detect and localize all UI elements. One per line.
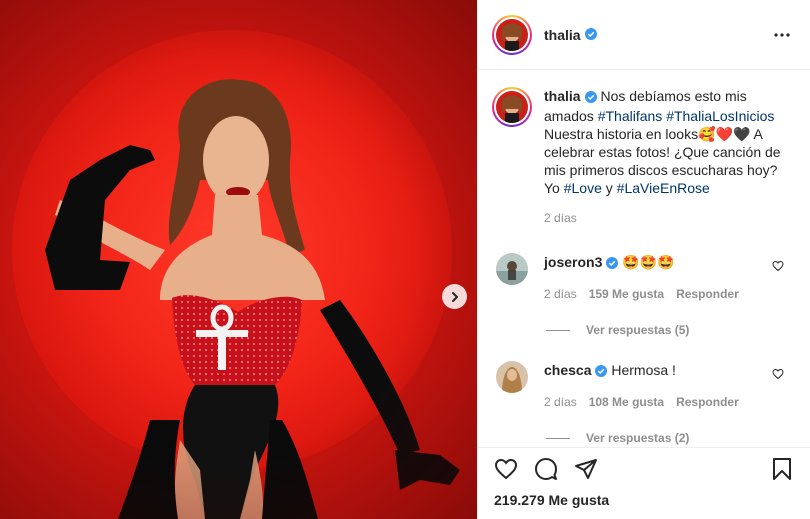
comment-heart-icon[interactable] xyxy=(772,368,784,380)
likes-count[interactable]: 219.279 Me gusta xyxy=(494,492,609,508)
more-options-button[interactable] xyxy=(772,25,792,45)
view-replies-label[interactable]: Ver respuestas (5) xyxy=(586,323,689,337)
photo-vignette xyxy=(0,0,477,519)
comment-timestamp[interactable]: 2 días xyxy=(544,285,577,303)
share-button[interactable] xyxy=(574,457,598,481)
comment-icon xyxy=(535,457,557,480)
post-photo[interactable] xyxy=(0,0,477,519)
reply-button[interactable]: Responder xyxy=(676,393,739,411)
hashtag-link[interactable]: #Love xyxy=(564,180,602,196)
bookmark-icon xyxy=(773,457,791,480)
post-actions-bar xyxy=(478,447,810,489)
comment-item: joseron3 🤩🤩🤩 2 días 159 Me gusta Respond… xyxy=(492,253,796,303)
chevron-right-icon xyxy=(451,291,458,302)
comment-text: Hermosa ! xyxy=(611,362,676,378)
caption-timestamp[interactable]: 2 días xyxy=(544,209,784,227)
post-header: thalia xyxy=(478,0,810,70)
instagram-post: thalia thalia Nos debíamos esto mis amad… xyxy=(0,0,810,519)
more-horizontal-icon xyxy=(774,33,790,37)
caption-body: thalia Nos debíamos esto mis amados #Tha… xyxy=(544,87,784,227)
hashtag-link[interactable]: #ThaliaLosInicios xyxy=(666,108,774,124)
author-username[interactable]: thalia xyxy=(544,27,581,43)
comments-section[interactable]: thalia Nos debíamos esto mis amados #Tha… xyxy=(478,71,810,446)
commenter-avatar[interactable] xyxy=(496,253,528,285)
caption-text: y xyxy=(601,180,617,196)
comment-timestamp[interactable]: 2 días xyxy=(544,393,577,411)
avatar-image xyxy=(496,18,528,51)
caption-emojis: 🥰❤️🖤 xyxy=(698,126,751,142)
avatar-image xyxy=(496,91,528,123)
save-button[interactable] xyxy=(770,457,794,481)
verified-badge-icon xyxy=(595,363,608,381)
caption-text: Nuestra historia en looks xyxy=(544,126,699,142)
comment-item: chesca Hermosa ! 2 días 108 Me gusta Res… xyxy=(492,361,796,411)
author-avatar[interactable] xyxy=(492,14,532,55)
caption-username[interactable]: thalia xyxy=(544,88,581,104)
comment-likes[interactable]: 159 Me gusta xyxy=(589,285,664,303)
hashtag-link[interactable]: #Thalifans xyxy=(598,108,663,124)
next-photo-button[interactable] xyxy=(442,284,467,309)
verified-badge-icon xyxy=(584,89,597,107)
view-replies-label[interactable]: Ver respuestas (2) xyxy=(586,431,689,445)
verified-badge-icon xyxy=(584,27,597,43)
commenter-username[interactable]: chesca xyxy=(544,362,591,378)
hashtag-link[interactable]: #LaVieEnRose xyxy=(617,180,710,196)
share-icon xyxy=(575,458,597,479)
post-caption: thalia Nos debíamos esto mis amados #Tha… xyxy=(492,87,796,227)
replies-divider xyxy=(546,437,570,439)
comment-heart-icon[interactable] xyxy=(772,260,784,272)
comment-button[interactable] xyxy=(534,457,558,481)
view-replies-button[interactable]: Ver respuestas (5) xyxy=(546,323,796,337)
post-side-panel: thalia thalia Nos debíamos esto mis amad… xyxy=(477,0,810,519)
comment-text: 🤩🤩🤩 xyxy=(622,254,675,270)
commenter-username[interactable]: joseron3 xyxy=(544,254,602,270)
comment-likes[interactable]: 108 Me gusta xyxy=(589,393,664,411)
like-button[interactable] xyxy=(494,457,518,481)
commenter-avatar[interactable] xyxy=(496,361,528,393)
verified-badge-icon xyxy=(606,255,619,273)
replies-divider xyxy=(546,329,570,331)
heart-icon xyxy=(494,458,518,479)
caption-avatar[interactable] xyxy=(492,87,532,127)
view-replies-button[interactable]: Ver respuestas (2) xyxy=(546,431,796,445)
reply-button[interactable]: Responder xyxy=(676,285,739,303)
